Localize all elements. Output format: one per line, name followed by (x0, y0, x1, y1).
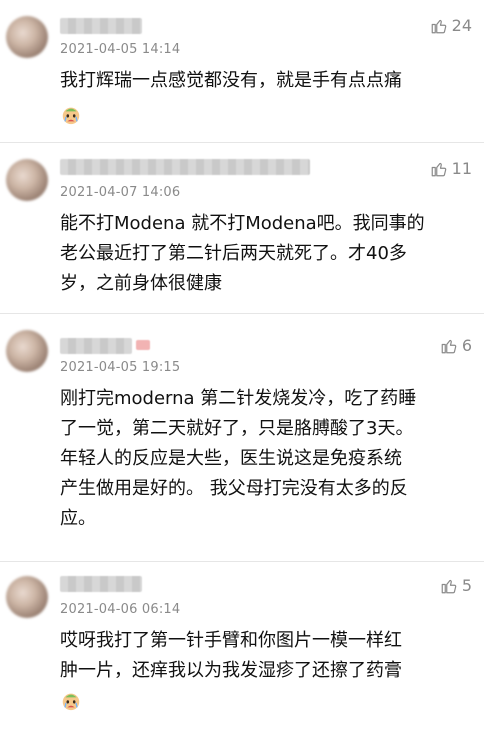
comment-text: 我打辉瑞一点感觉都没有，就是手有点点痛 (60, 70, 402, 91)
comment-item: 2021-04-05 14:14 24 我打辉瑞一点感觉都没有，就是手有点点痛 (0, 0, 484, 142)
badge-redacted (136, 340, 150, 350)
comment-item: 2021-04-07 14:06 11 能不打Modena 就不打Modena吧… (0, 143, 484, 313)
like-button[interactable]: 24 (430, 16, 472, 35)
comment-timestamp: 2021-04-05 19:15 (60, 360, 181, 375)
comment-text: 刚打完moderna 第二针发烧发冷，吃了药睡 了一觉，第二天就好了，只是胳膊酸… (60, 388, 417, 529)
thumbs-up-icon (441, 339, 457, 353)
comment-timestamp: 2021-04-07 14:06 (60, 185, 181, 200)
thumbs-up-icon (431, 19, 446, 33)
crying-face-icon (62, 693, 80, 711)
like-button[interactable]: 5 (440, 576, 472, 595)
avatar[interactable] (6, 16, 48, 58)
comment-item: 2021-04-06 06:14 5 哎呀我打了第一针手臂和你图片一模一样红 肿… (0, 562, 484, 736)
like-count: 5 (461, 576, 472, 595)
avatar[interactable] (6, 576, 48, 618)
comment-timestamp: 2021-04-06 06:14 (60, 602, 181, 617)
comment-text: 哎呀我打了第一针手臂和你图片一模一样红 肿一片，还痒我以为我发湿疹了还擦了药膏 (60, 630, 402, 681)
username-redacted[interactable] (60, 576, 142, 592)
thumbs-up-icon (441, 579, 457, 593)
username-redacted[interactable] (60, 18, 142, 34)
crying-face-icon (62, 107, 80, 125)
comment-text: 能不打Modena 就不打Modena吧。我同事的 老公最近打了第二针后两天就死… (60, 213, 425, 294)
comment-item: 2021-04-05 19:15 6 刚打完moderna 第二针发烧发冷，吃了… (0, 314, 484, 561)
like-count: 6 (461, 336, 472, 355)
avatar[interactable] (6, 330, 48, 372)
like-count: 11 (451, 159, 472, 178)
like-count: 24 (451, 16, 472, 35)
avatar[interactable] (6, 159, 48, 201)
like-button[interactable]: 11 (430, 159, 472, 178)
username-redacted[interactable] (60, 338, 132, 354)
comment-timestamp: 2021-04-05 14:14 (60, 42, 181, 57)
username-redacted[interactable] (60, 159, 310, 175)
thumbs-up-icon (431, 162, 446, 176)
like-button[interactable]: 6 (440, 336, 472, 355)
